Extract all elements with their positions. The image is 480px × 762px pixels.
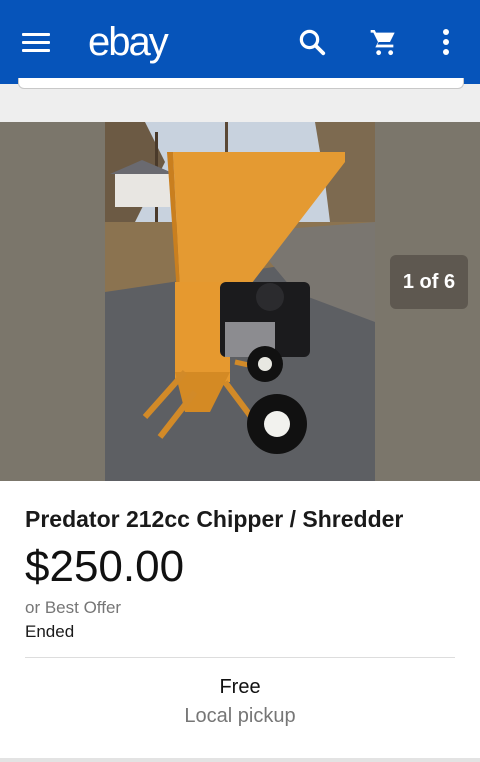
cart-icon[interactable] [364, 22, 404, 62]
search-strip [0, 78, 480, 122]
listing-details: Predator 212cc Chipper / Shredder $250.0… [25, 500, 455, 644]
image-gallery[interactable]: 1 of 6 [0, 122, 480, 481]
menu-icon[interactable] [16, 22, 56, 62]
listing-photo[interactable] [105, 122, 375, 481]
more-vert-icon[interactable] [426, 22, 466, 62]
divider [25, 657, 455, 658]
bottom-divider [0, 758, 480, 762]
search-icon[interactable] [292, 22, 332, 62]
image-counter-badge: 1 of 6 [390, 255, 468, 309]
ebay-logo[interactable]: ebay [88, 18, 169, 66]
shipping-method: Local pickup [184, 705, 296, 727]
app-bar: ebay [0, 0, 480, 84]
shipping-info: Free Local pickup [0, 673, 480, 731]
best-offer-label: or Best Offer [25, 598, 122, 617]
listing-status: Ended [25, 622, 75, 641]
search-box[interactable] [18, 78, 464, 89]
listing-title: Predator 212cc Chipper / Shredder [25, 506, 404, 532]
shipping-cost: Free [219, 676, 261, 698]
listing-price: $250.00 [25, 542, 185, 591]
